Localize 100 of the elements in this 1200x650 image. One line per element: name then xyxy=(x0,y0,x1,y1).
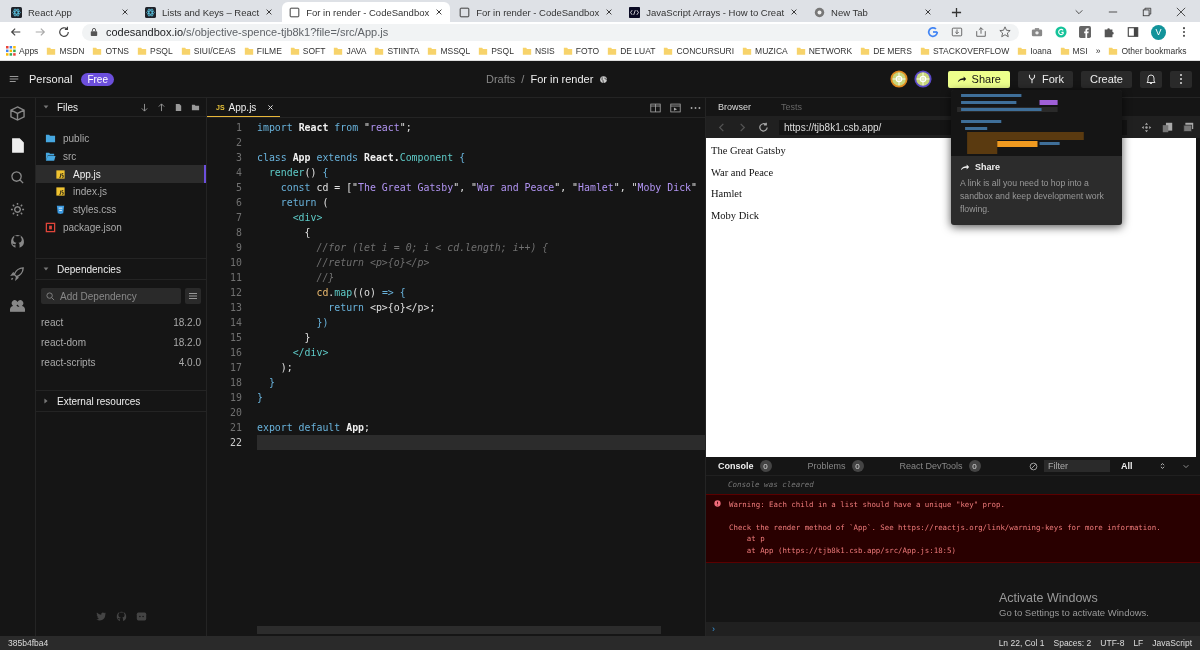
menu-icon[interactable] xyxy=(8,73,20,85)
caret-icon[interactable] xyxy=(42,397,50,406)
bookmark-folder[interactable]: SOFT xyxy=(289,46,326,56)
bookmark-folder[interactable]: MUZICA xyxy=(742,46,788,56)
bookmark-folder[interactable]: DE MERS xyxy=(860,46,912,56)
console-tab[interactable]: Console xyxy=(718,461,754,471)
status-item[interactable]: UTF-8 xyxy=(1100,638,1125,648)
dependency-name[interactable]: react xyxy=(41,316,64,328)
github-icon[interactable] xyxy=(10,234,25,249)
bookmark-folder[interactable]: FILME xyxy=(243,46,282,56)
new-file-icon[interactable] xyxy=(174,102,183,112)
chevron-down-icon[interactable] xyxy=(1182,462,1190,470)
cube-icon[interactable] xyxy=(10,106,25,121)
split-view-icon[interactable] xyxy=(650,102,661,113)
chrome-tab[interactable]: Lists and Keys – React xyxy=(138,2,281,22)
file-icon[interactable] xyxy=(10,138,25,153)
bookmark-folder[interactable]: OTNS xyxy=(92,46,130,56)
console-tab[interactable]: Problems xyxy=(807,461,846,471)
address-field[interactable]: codesandbox.io/s/objective-spence-tjb8k1?file=/src/App.js xyxy=(82,23,1019,41)
notifications-button[interactable] xyxy=(1140,70,1162,88)
status-item[interactable]: LF xyxy=(1133,638,1144,648)
clear-icon[interactable] xyxy=(1029,461,1038,471)
chrome-tab[interactable]: For in render - CodeSandbox xyxy=(452,2,621,22)
status-item[interactable]: JavaScript xyxy=(1152,638,1192,648)
file-tree-item[interactable]: styles.css xyxy=(36,200,206,219)
file-tree-item[interactable]: src xyxy=(36,147,206,166)
reload-icon[interactable] xyxy=(758,121,769,133)
close-icon[interactable] xyxy=(790,8,799,16)
fork-button[interactable]: Fork xyxy=(1017,70,1073,88)
chrome-tab[interactable]: JavaScript Arrays - How to Creat xyxy=(622,2,806,22)
avatar-icon[interactable] xyxy=(889,70,908,88)
avatar-icon[interactable] xyxy=(913,70,932,88)
bookmark-folder[interactable]: MSI xyxy=(1059,46,1088,56)
search-field[interactable]: Add Dependency xyxy=(41,288,181,305)
chrome-tab[interactable]: React App xyxy=(4,2,136,22)
bookmark-folder[interactable]: PSQL xyxy=(137,46,173,56)
bookmark-folder[interactable]: STIINTA xyxy=(374,46,420,56)
people-icon[interactable] xyxy=(10,298,25,313)
chevron-down-icon[interactable] xyxy=(1074,7,1084,17)
console-tab[interactable]: React DevTools xyxy=(899,461,963,471)
close-icon[interactable] xyxy=(1176,7,1186,17)
status-item[interactable]: Spaces: 2 xyxy=(1053,638,1092,648)
dependency-version[interactable]: 4.0.0 xyxy=(178,356,201,368)
create-button[interactable]: Create xyxy=(1080,70,1132,88)
file-tree-item[interactable]: package.json xyxy=(36,218,206,237)
dependency-version[interactable]: 18.2.0 xyxy=(173,316,201,328)
bookmark-folder[interactable]: SIUI/CEAS xyxy=(180,46,236,56)
more-bookmarks-button[interactable]: » xyxy=(1095,46,1101,56)
camera-icon[interactable] xyxy=(1031,26,1043,38)
bookmark-folder[interactable]: Ioana xyxy=(1017,46,1052,56)
caret-icon[interactable] xyxy=(42,103,50,111)
preview-tab[interactable]: Browser xyxy=(718,102,751,112)
preview-icon[interactable] xyxy=(670,102,681,113)
install-icon[interactable] xyxy=(951,26,963,38)
close-icon[interactable] xyxy=(435,8,444,16)
close-icon[interactable] xyxy=(121,8,129,16)
console-prompt[interactable]: › xyxy=(712,624,715,634)
share-button[interactable]: Share xyxy=(947,70,1010,88)
list-button[interactable] xyxy=(185,288,201,305)
bookmark-folder[interactable]: STACKOVERFLOW xyxy=(919,46,1010,56)
bookmark-folder[interactable]: DE LUAT xyxy=(607,46,656,56)
settings-icon[interactable] xyxy=(10,202,25,217)
bookmark-folder[interactable]: CONCURSURI xyxy=(663,46,735,56)
new-folder-icon[interactable] xyxy=(191,102,200,112)
rocket-icon[interactable] xyxy=(10,266,25,281)
file-tree-item[interactable]: index.js xyxy=(36,183,206,201)
profile-avatar[interactable]: V xyxy=(1151,24,1166,40)
apps-bookmark[interactable]: Apps xyxy=(6,46,39,56)
dependency-name[interactable]: react-scripts xyxy=(41,356,96,368)
bookmark-folder[interactable]: JAVA xyxy=(333,46,367,56)
dependency-version[interactable]: 18.2.0 xyxy=(173,336,201,348)
facebook-icon[interactable] xyxy=(1079,26,1091,38)
copy-icon[interactable] xyxy=(1162,121,1173,133)
bookmark-folder[interactable]: NSIS xyxy=(521,46,555,56)
bookmark-folder[interactable]: Other bookmarks xyxy=(1108,46,1187,56)
close-icon[interactable] xyxy=(265,8,274,16)
sandbox-title[interactable]: For in render xyxy=(530,73,594,85)
back-icon[interactable] xyxy=(10,26,22,38)
close-icon[interactable] xyxy=(924,8,933,16)
level-select[interactable]: All xyxy=(1118,460,1168,472)
side-panel-icon[interactable] xyxy=(1127,26,1139,38)
breadcrumb-link[interactable]: Drafts xyxy=(486,73,516,85)
star-icon[interactable] xyxy=(999,26,1011,38)
bookmark-folder[interactable]: NETWORK xyxy=(795,46,853,56)
status-item[interactable]: Ln 22, Col 1 xyxy=(998,638,1045,648)
download-icon[interactable] xyxy=(140,102,149,112)
chrome-tab[interactable]: For in render - CodeSandbox xyxy=(282,2,451,22)
more-button[interactable] xyxy=(1170,70,1192,88)
search-icon[interactable] xyxy=(10,170,25,185)
chrome-tab[interactable]: New Tab xyxy=(807,2,940,22)
share-icon[interactable] xyxy=(975,26,987,38)
filter-field[interactable]: Filter xyxy=(1044,460,1110,472)
new-tab-icon[interactable] xyxy=(951,7,963,18)
bookmark-folder[interactable]: MSDN xyxy=(46,46,85,56)
reload-icon[interactable] xyxy=(58,26,70,38)
google-icon[interactable] xyxy=(927,26,939,38)
close-icon[interactable] xyxy=(605,8,614,16)
file-tree-item[interactable]: App.js xyxy=(36,165,206,184)
dependency-name[interactable]: react-dom xyxy=(41,336,86,348)
puzzle-icon[interactable] xyxy=(1103,26,1115,38)
